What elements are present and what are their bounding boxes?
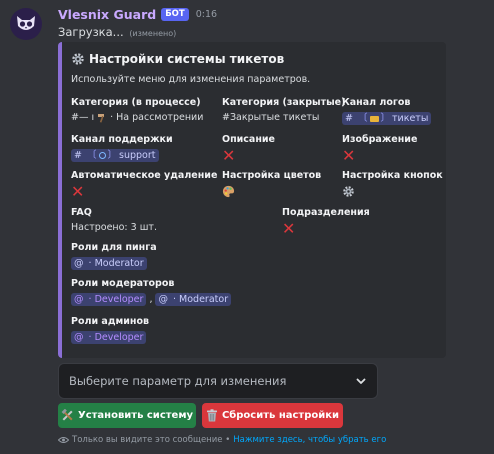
field-value bbox=[222, 185, 321, 198]
field-log-channel: Канал логов # 〔〕 тикеты bbox=[342, 97, 432, 125]
field-admin-roles: Роли админов @ · Developer bbox=[71, 316, 149, 344]
role-mention[interactable]: @ · Developer bbox=[71, 293, 147, 306]
trash-icon bbox=[206, 409, 217, 422]
role-mention[interactable]: @ · Moderator bbox=[71, 257, 147, 270]
loading-text: Загрузка... bbox=[58, 25, 124, 39]
field-name: FAQ bbox=[71, 207, 92, 218]
channel-mention-logs[interactable]: # 〔〕 тикеты bbox=[342, 112, 432, 125]
channel-name: тикеты bbox=[392, 113, 429, 124]
field-value: ✕ bbox=[282, 219, 370, 238]
embed-title-text: Настройки системы тикетов bbox=[89, 52, 285, 66]
field-name: Настройка кнопок bbox=[342, 170, 443, 181]
edited-label: (изменено) bbox=[129, 29, 177, 38]
cross-icon: ✕ bbox=[222, 146, 236, 165]
ephemeral-notice: Только вы видите это сообщение • Нажмите… bbox=[58, 435, 386, 445]
field-name: Канал логов bbox=[342, 97, 411, 108]
field-subdivisions: Подразделения ✕ bbox=[282, 207, 370, 238]
field-name: Описание bbox=[222, 134, 276, 145]
bot-badge: БОТ bbox=[161, 7, 189, 21]
field-name: Категория (в процессе) bbox=[71, 97, 201, 108]
embed-description: Используйте меню для изменения параметро… bbox=[71, 74, 311, 85]
field-value bbox=[342, 185, 443, 198]
dismiss-message-link[interactable]: Нажмите здесь, чтобы убрать его bbox=[233, 435, 386, 445]
embed-title: Настройки системы тикетов bbox=[71, 52, 284, 66]
field-name: Настройка цветов bbox=[222, 170, 322, 181]
message-content: Загрузка... (изменено) bbox=[58, 25, 176, 39]
owl-logo-icon bbox=[17, 16, 35, 30]
field-name: Канал поддержки bbox=[71, 134, 173, 145]
channel-name: support bbox=[119, 150, 156, 161]
role-name: · Moderator bbox=[88, 258, 144, 269]
field-name: Подразделения bbox=[282, 207, 370, 218]
channel-prefix: #— bbox=[71, 112, 89, 123]
field-name: Роли для пинга bbox=[71, 242, 157, 253]
gear-icon bbox=[72, 53, 84, 65]
role-name: · Developer bbox=[88, 294, 144, 305]
select-placeholder: Выберите параметр для изменения bbox=[69, 374, 287, 388]
field-button-settings: Настройка кнопок bbox=[342, 170, 443, 198]
settings-embed: Настройки системы тикетов Используйте ме… bbox=[58, 42, 446, 358]
message-timestamp: 0:16 bbox=[195, 8, 218, 20]
field-category-progress: Категория (в процессе) #— ı · На рассмот… bbox=[71, 97, 203, 123]
field-value: ✕ bbox=[71, 182, 217, 201]
field-value: Настроено: 3 шт. bbox=[71, 222, 157, 233]
field-name: Роли модераторов bbox=[71, 278, 175, 289]
field-faq: FAQ Настроено: 3 шт. bbox=[71, 207, 157, 233]
role-name: · Developer bbox=[88, 332, 144, 343]
chevron-down-icon bbox=[356, 378, 366, 384]
channel-separator: ı bbox=[91, 112, 95, 123]
palette-icon bbox=[222, 185, 235, 198]
reset-button-label: Сбросить настройки bbox=[221, 410, 340, 421]
field-value: ✕ bbox=[222, 146, 275, 165]
field-ping-roles: Роли для пинга @ · Moderator bbox=[71, 242, 157, 270]
install-button-label: Установить систему bbox=[77, 410, 194, 421]
field-category-closed: Категория (закрытые) #Закрытые тикеты bbox=[222, 97, 345, 123]
field-value: #Закрытые тикеты bbox=[222, 112, 320, 123]
role-name: · Moderator bbox=[173, 294, 229, 305]
field-name: Автоматическое удаление bbox=[71, 170, 218, 181]
ticket-icon bbox=[369, 115, 379, 122]
hammer-icon bbox=[98, 113, 105, 123]
tools-icon bbox=[61, 409, 73, 421]
field-value: ✕ bbox=[342, 146, 417, 165]
field-value: #— ı · На рассмотрении bbox=[71, 112, 203, 123]
magnifier-icon bbox=[98, 152, 106, 159]
cross-icon: ✕ bbox=[282, 219, 296, 238]
cross-icon: ✕ bbox=[342, 146, 356, 165]
message-header: Vlesnix Guard БОТ 0:16 bbox=[58, 6, 217, 22]
field-auto-delete: Автоматическое удаление ✕ bbox=[71, 170, 218, 201]
role-mention[interactable]: @ · Developer bbox=[71, 331, 147, 344]
gear-icon bbox=[343, 186, 354, 197]
role-mention[interactable]: @ · Moderator bbox=[155, 293, 232, 306]
field-color-settings: Настройка цветов bbox=[222, 170, 321, 198]
install-system-button[interactable]: Установить систему bbox=[58, 403, 196, 428]
cross-icon: ✕ bbox=[71, 182, 85, 201]
field-name: Роли админов bbox=[71, 316, 150, 327]
field-support-channel: Канал поддержки # 〔〕 support bbox=[71, 134, 173, 162]
field-name: Изображение bbox=[342, 134, 418, 145]
field-name: Категория (закрытые) bbox=[222, 97, 346, 108]
field-value: @ · Moderator bbox=[71, 257, 157, 270]
channel-mention-support[interactable]: # 〔〕 support bbox=[71, 149, 159, 162]
eye-icon bbox=[58, 437, 69, 443]
parameter-select[interactable]: Выберите параметр для изменения bbox=[58, 363, 378, 399]
field-value: @ · Developer bbox=[71, 331, 149, 344]
field-description: Описание ✕ bbox=[222, 134, 276, 165]
field-value: # 〔〕 тикеты bbox=[342, 112, 432, 125]
field-value: # 〔〕 support bbox=[71, 149, 173, 162]
reset-settings-button[interactable]: Сбросить настройки bbox=[202, 403, 343, 428]
ephemeral-text: Только вы видите это сообщение • bbox=[72, 435, 231, 445]
bot-avatar[interactable] bbox=[10, 8, 42, 40]
username[interactable]: Vlesnix Guard bbox=[58, 7, 156, 22]
field-moderator-roles: Роли модераторов @ · Developer , @ · Mod… bbox=[71, 278, 232, 306]
channel-text: · На рассмотрении bbox=[110, 112, 204, 123]
separator-comma: , bbox=[149, 294, 153, 305]
field-value: @ · Developer , @ · Moderator bbox=[71, 293, 232, 306]
field-image: Изображение ✕ bbox=[342, 134, 418, 165]
